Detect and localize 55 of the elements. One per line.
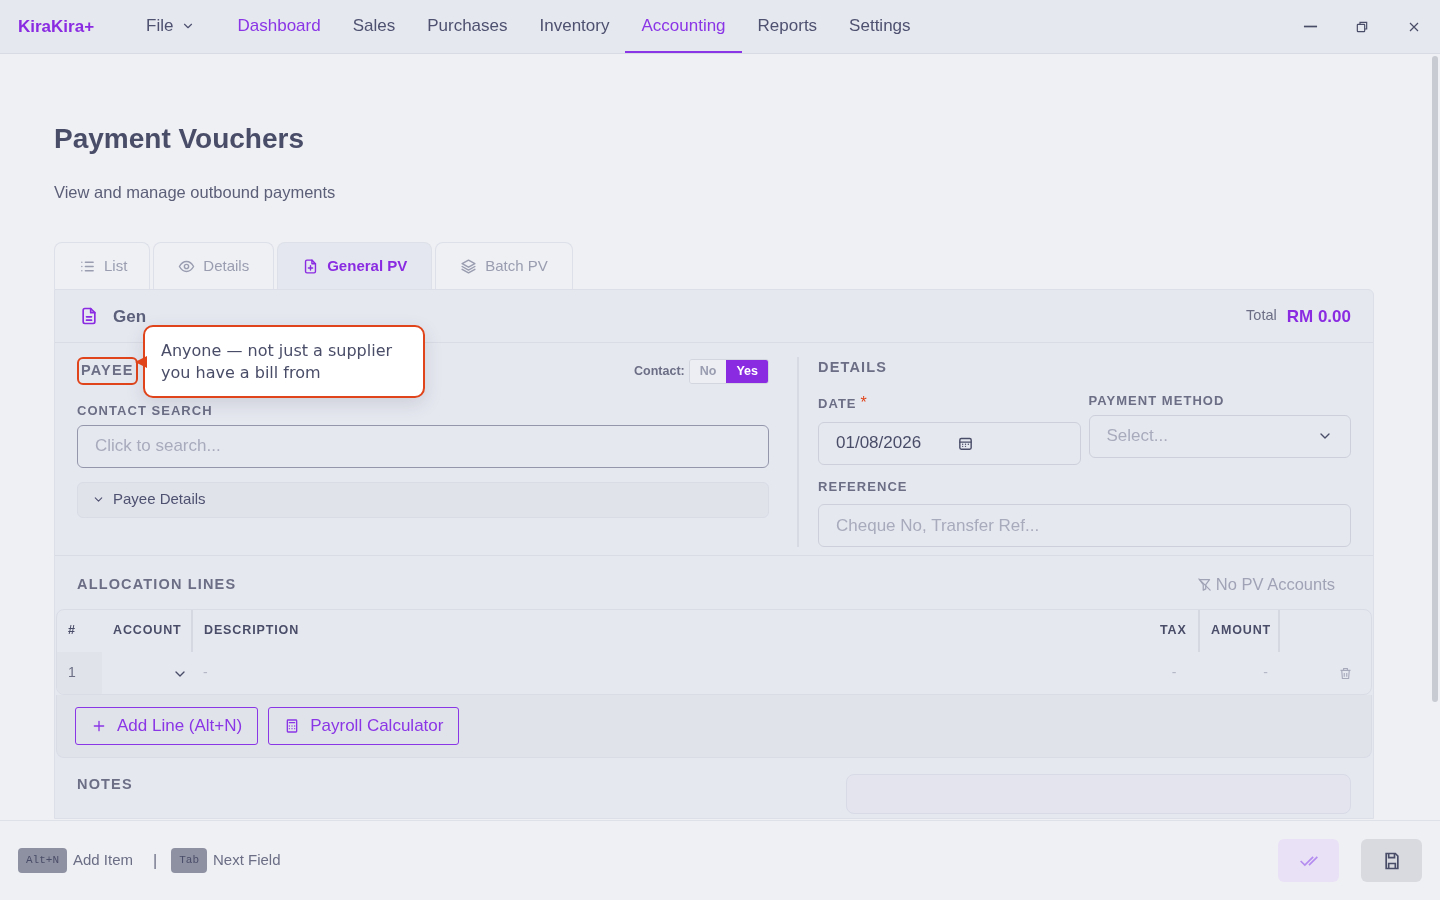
card-title: Gen	[113, 305, 147, 328]
table-cell: -	[192, 651, 1149, 694]
table-cell: -	[1149, 651, 1199, 694]
add-line-button[interactable]: Add Line (Alt+N)	[75, 706, 259, 745]
shortcut-label: Next Field	[213, 850, 281, 871]
section-heading: ALLOCATION LINES	[77, 574, 237, 594]
nav-tab[interactable]: Sales	[336, 0, 412, 53]
field-label: DATE	[818, 395, 857, 414]
table-cell: -	[1199, 651, 1279, 694]
payee-details-toggle[interactable]: Payee Details	[77, 481, 769, 518]
column-header: ACCOUNT	[102, 609, 192, 652]
file-menu[interactable]: File	[130, 0, 212, 53]
date-field[interactable]: 01/08/2026	[818, 421, 1081, 465]
column-header: TAX	[1149, 609, 1199, 652]
approve-button[interactable]	[1278, 839, 1339, 882]
filter-off-icon	[1196, 576, 1212, 592]
app-logo: KiraKira+	[18, 15, 95, 38]
nav-tab[interactable]: Purchases	[411, 0, 524, 53]
shortcut-label: Add Item	[73, 850, 134, 871]
page-title: Payment Vouchers	[54, 122, 306, 156]
reference-field[interactable]: Cheque No, Transfer Ref...	[818, 504, 1351, 548]
required-marker: *	[860, 394, 867, 412]
filter-note: No PV Accounts	[1196, 572, 1335, 597]
column-header: AMOUNT	[1199, 609, 1279, 652]
nav-tab[interactable]: Dashboard	[221, 0, 337, 53]
payee-label: PAYEE	[77, 357, 138, 386]
page-subtitle: View and manage outbound payments	[54, 181, 337, 203]
total-label: Total	[1246, 306, 1277, 326]
search-field[interactable]: Click to search...	[77, 424, 769, 468]
layers-icon	[460, 257, 478, 275]
section-heading: DETAILS	[818, 358, 889, 378]
toggle-option[interactable]: Yes	[726, 359, 768, 383]
tooltip: Anyone — not just a supplier you have a bill from	[143, 325, 425, 399]
section-heading: NOTES	[77, 774, 134, 794]
key-hint: Tab	[171, 848, 207, 873]
tab[interactable]: General PV	[277, 242, 433, 290]
scrollbar[interactable]	[1432, 56, 1438, 702]
field-label: PAYMENT METHOD	[1088, 392, 1226, 411]
column-header: #	[57, 609, 102, 652]
minimize-icon	[1302, 25, 1318, 28]
nav-tab[interactable]: Settings	[833, 0, 927, 53]
row-number: 1	[57, 651, 102, 694]
field-label: REFERENCE	[818, 477, 909, 496]
key-hint: Alt+N	[18, 848, 67, 873]
field-label: CONTACT SEARCH	[77, 402, 214, 421]
column-header: DESCRIPTION	[192, 609, 1149, 652]
payroll-calculator-button[interactable]: Payroll Calculator	[268, 706, 460, 745]
nav-tab[interactable]: Accounting	[625, 0, 742, 53]
save-button[interactable]	[1361, 839, 1422, 882]
nav-tab[interactable]: Reports	[741, 0, 834, 53]
contact-label: Contact:	[634, 362, 685, 380]
total-amount: RM 0.00	[1286, 305, 1351, 328]
document-icon	[79, 306, 99, 327]
nav-tab[interactable]: Inventory	[523, 0, 626, 53]
separator: |	[153, 850, 158, 871]
